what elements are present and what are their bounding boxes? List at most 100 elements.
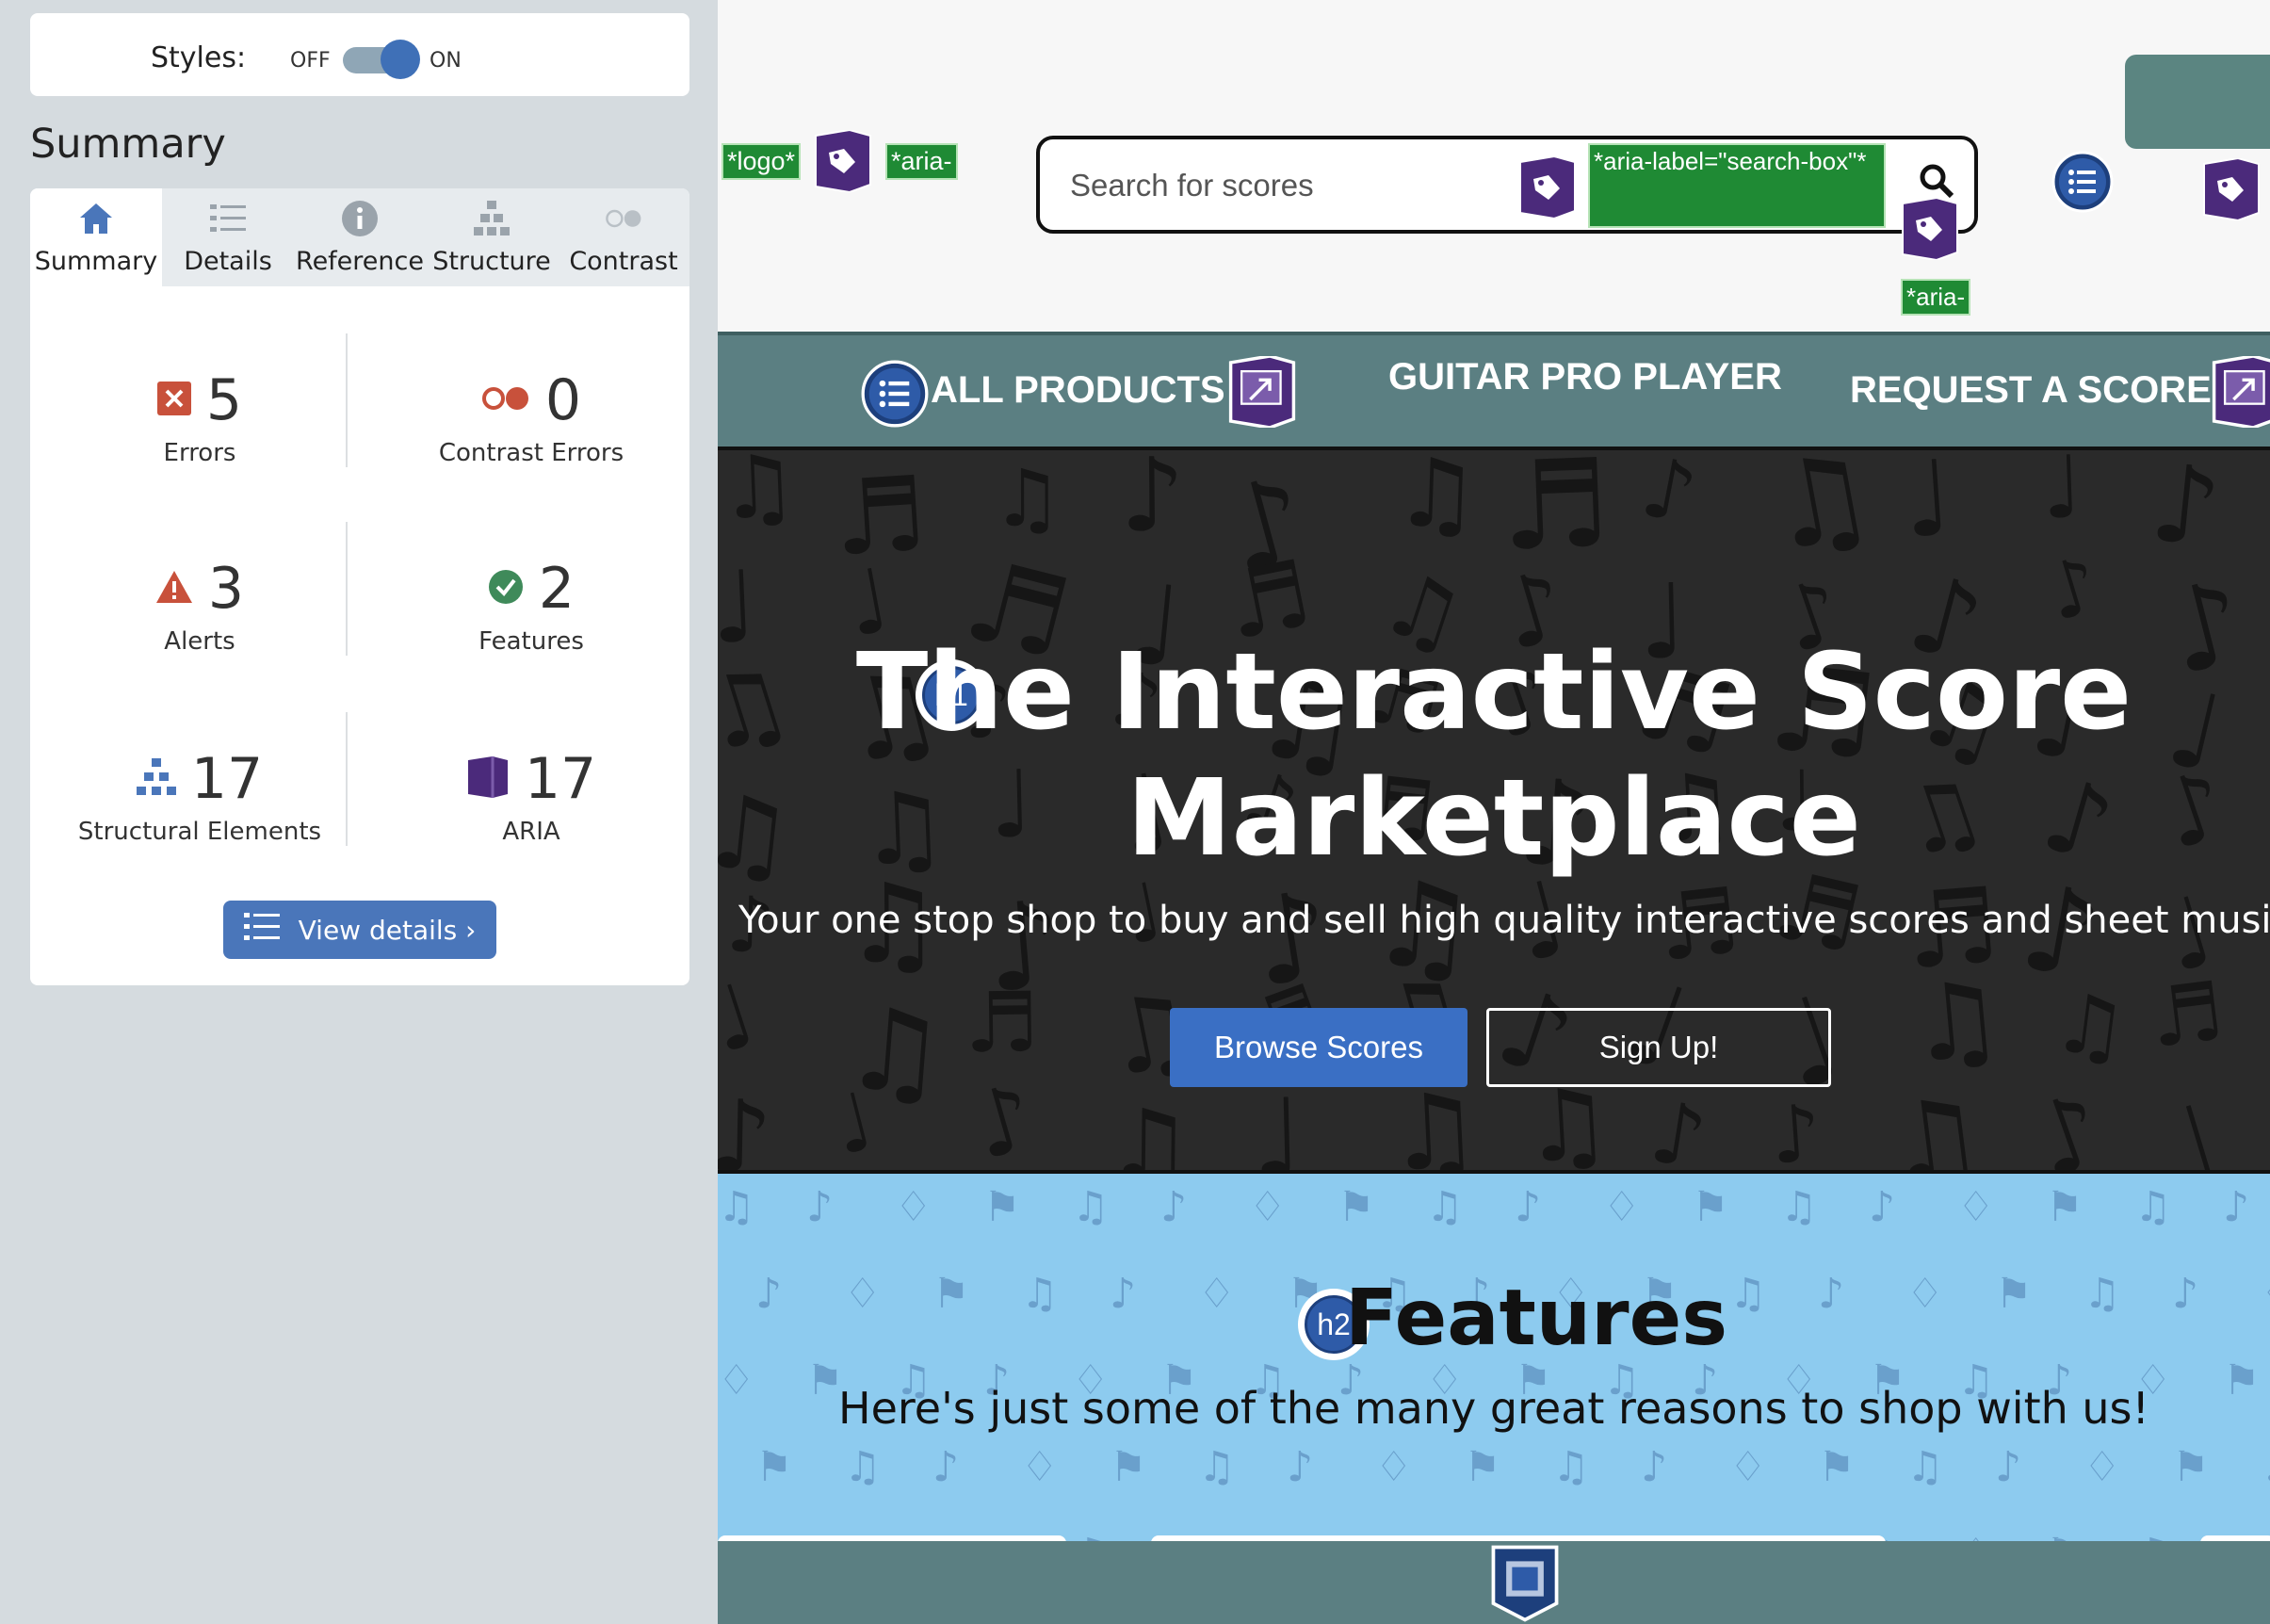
pattern-decoration: ♫ (1780, 1183, 1818, 1231)
tab-summary[interactable]: Summary (30, 188, 162, 286)
tab-label: Structure (432, 247, 551, 276)
music-note-decoration: ♫ (1903, 956, 2009, 1088)
tab-details[interactable]: Details (162, 188, 294, 286)
pattern-decoration: ♢ (1957, 1183, 1995, 1231)
list-structure-icon[interactable] (2051, 151, 2114, 213)
tab-contrast[interactable]: Contrast (558, 188, 689, 286)
music-note-decoration: ♫ (1519, 1065, 1614, 1174)
pattern-decoration: ⚑ (2046, 1530, 2083, 1541)
music-note-decoration: ♫ (1385, 1069, 1484, 1174)
browse-scores-button[interactable]: Browse Scores (1170, 1008, 1467, 1087)
styles-on-label: ON (430, 49, 462, 73)
info-icon (341, 200, 379, 237)
stat-structural-elements[interactable]: 17 Structural Elements (49, 746, 350, 846)
tab-label: Contrast (569, 247, 678, 276)
music-note-decoration: ♪ (718, 1079, 774, 1174)
pattern-decoration: ♫ (1552, 1443, 1590, 1491)
pattern-decoration: ♢ (1729, 1443, 1767, 1491)
pattern-decoration: ⚑ (1110, 1443, 1147, 1491)
summary-panel: Summary Details Reference Structure Cont… (30, 188, 689, 985)
styles-label: Styles: (151, 41, 247, 74)
aria-tag-icon[interactable] (1516, 154, 1579, 220)
pattern-decoration: ♢ (895, 1183, 932, 1231)
music-note-decoration: ♫ (1877, 1071, 1992, 1174)
stat-errors[interactable]: 5 Errors (49, 367, 350, 467)
nav-all-products[interactable]: ALL PRODUCTS (931, 369, 1225, 412)
tab-reference[interactable]: Reference (294, 188, 426, 286)
styles-off-label: OFF (290, 49, 331, 73)
stat-alerts[interactable]: 3 Alerts (49, 556, 350, 656)
aria-label: ARIA (502, 818, 560, 846)
pattern-decoration: ⚑ (2172, 1443, 2210, 1491)
pattern-decoration: ⚑ (755, 1443, 793, 1491)
pattern-decoration: ♪ (1515, 1183, 1542, 1231)
header-action-button[interactable] (2125, 55, 2270, 149)
alerts-label: Alerts (164, 627, 235, 656)
hierarchy-icon (473, 200, 511, 237)
structural-count: 17 (190, 746, 264, 812)
panel-tabs: Summary Details Reference Structure Cont… (30, 188, 689, 286)
stat-contrast-errors[interactable]: 0 Contrast Errors (381, 367, 682, 467)
music-note-decoration: ♪ (1767, 1086, 1824, 1174)
pattern-decoration: ♫ (1072, 1530, 1109, 1541)
list-structure-icon (861, 360, 929, 428)
music-note-decoration: ♫ (1755, 447, 1886, 580)
wave-logo-tag: *logo* (722, 143, 802, 180)
music-note-decoration: ♫ (1392, 447, 1482, 551)
popup-link-icon (2210, 354, 2270, 430)
pattern-decoration: ⚑ (2046, 1183, 2084, 1231)
music-note-decoration: ♩ (1899, 447, 1957, 561)
features-title: Features (1344, 1274, 1728, 1363)
aria-tag-icon[interactable] (812, 128, 874, 194)
pattern-decoration: ♢ (1375, 1443, 1413, 1491)
music-note-decoration: ♩ (1250, 1074, 1305, 1174)
music-note-decoration: ♬ (2144, 965, 2229, 1067)
music-note-decoration: ♫ (718, 447, 801, 541)
pattern-decoration: ♢ (2084, 1443, 2121, 1491)
hero-subtitle: Your one stop shop to buy and sell high … (738, 899, 2270, 942)
view-details-button[interactable]: View details › (223, 901, 496, 959)
music-note-decoration: ♫ (2047, 973, 2133, 1079)
wave-sidebar: Styles: OFF ON Summary Summary Details R… (0, 0, 718, 1624)
pattern-decoration: ♪ (1160, 1183, 1188, 1231)
search-box[interactable]: Search for scores *aria-label="search-bo… (1036, 136, 1978, 234)
nav-request-a-score[interactable]: REQUEST A SCORE (1850, 369, 2212, 412)
music-note-decoration: ♪ (2019, 1070, 2119, 1174)
contrast-icon (605, 200, 642, 237)
contrast-error-icon (481, 385, 530, 415)
pattern-decoration: ♢ (1957, 1530, 1994, 1541)
music-note-decoration: ♩ (2040, 447, 2084, 539)
stat-aria[interactable]: 17 ARIA (381, 746, 682, 846)
structural-label: Structural Elements (77, 818, 322, 846)
bottom-bar (718, 1541, 2270, 1624)
landmark-region-icon (1486, 1545, 1564, 1624)
pattern-decoration: ♪ (1287, 1443, 1314, 1491)
pattern-decoration: ♪ (1869, 1183, 1896, 1231)
alerts-count: 3 (207, 556, 245, 622)
aria-tag-icon[interactable] (1899, 196, 1961, 262)
view-details-label: View details › (298, 914, 477, 946)
nav-guitar-pro-player[interactable]: GUITAR PRO PLAYER (1388, 356, 1782, 398)
webpage-preview: *logo* *aria- Search for scores *aria-la… (718, 0, 2270, 1624)
list-icon (243, 912, 280, 949)
music-note-decoration: ♪ (961, 1064, 1046, 1174)
pattern-decoration: ⚑ (1818, 1443, 1856, 1491)
tab-label: Reference (296, 247, 424, 276)
music-note-decoration: ♬ (1498, 447, 1613, 579)
features-section: ♫♪♢⚑♫♪♢⚑♫♪♢⚑♫♪♢⚑♫♪♪♢⚑♫♪♢⚑♫♪♢⚑♫♪♢⚑♫♪♢♢⚑♫♪… (718, 1174, 2270, 1541)
music-note-decoration: ♩ (2148, 1079, 2236, 1174)
tab-structure[interactable]: Structure (426, 188, 558, 286)
sign-up-button[interactable]: Sign Up! (1486, 1008, 1831, 1087)
music-note-decoration: ♪ (2036, 539, 2110, 640)
pattern-decoration: ♪ (1995, 1443, 2022, 1491)
styles-toggle-knob[interactable] (381, 40, 420, 79)
feature-check-icon (488, 569, 524, 609)
aria-tag-icon[interactable] (2200, 156, 2262, 222)
features-label: Features (478, 627, 584, 656)
music-note-decoration: ♪ (1644, 1081, 1713, 1174)
search-input[interactable]: Search for scores (1070, 168, 1314, 203)
music-note-decoration: ♩ (718, 964, 768, 1074)
stat-features[interactable]: 2 Features (381, 556, 682, 656)
aria-icon (466, 756, 510, 802)
pattern-decoration: ♪ (932, 1443, 960, 1491)
